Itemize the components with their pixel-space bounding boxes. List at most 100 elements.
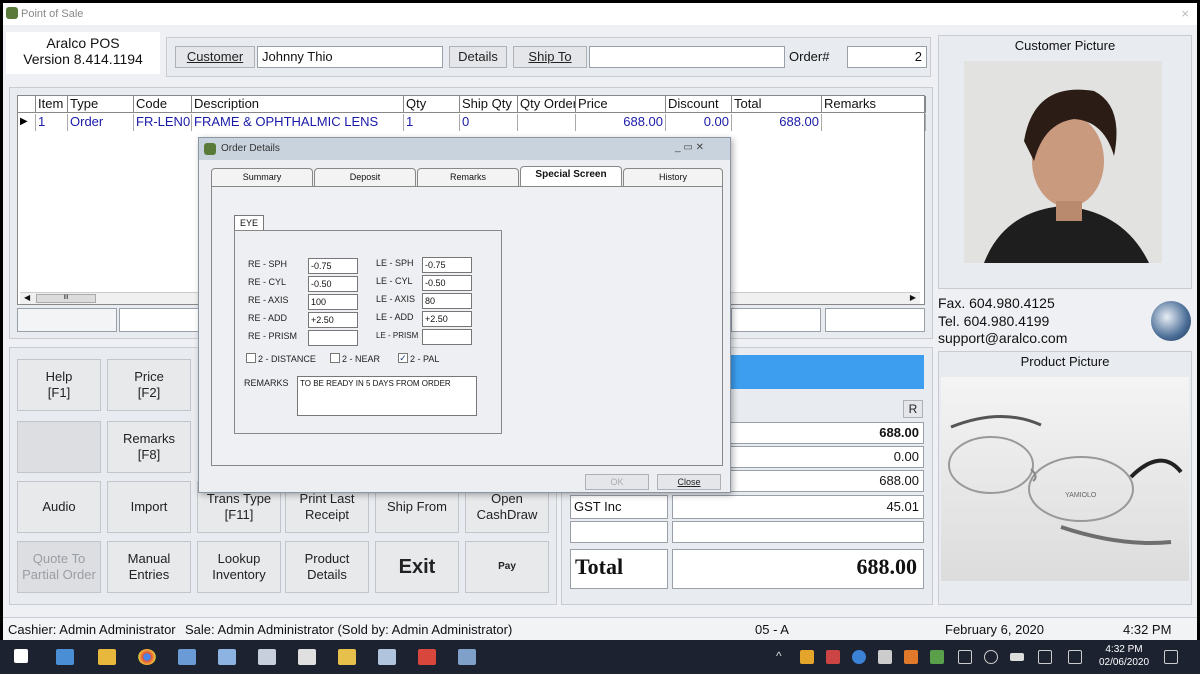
near-checkbox[interactable] (330, 353, 340, 363)
ship-to-button[interactable]: Ship To (513, 46, 587, 68)
details-button[interactable]: Details (449, 46, 507, 68)
help-button[interactable]: Help [F1] (17, 359, 101, 411)
help-key: [F1] (47, 385, 71, 400)
scroll-left-icon[interactable]: ◀ (24, 293, 30, 302)
product-details-button[interactable]: Product Details (285, 541, 369, 593)
app-icon-6[interactable] (338, 649, 356, 665)
folder-icon[interactable] (98, 649, 116, 665)
lookup-inventory-button[interactable]: Lookup Inventory (197, 541, 281, 593)
app-icon-5[interactable] (298, 649, 316, 665)
network-icon[interactable] (958, 650, 972, 664)
order-number-field[interactable]: 2 (847, 46, 927, 68)
table-row[interactable]: ▶ 1 Order FR-LEN0 FRAME & OPHTHALMIC LEN… (18, 96, 926, 132)
le-add-label: LE - ADD (376, 312, 414, 322)
status-cashier: Cashier: Admin Administrator (8, 622, 176, 637)
audio-button[interactable]: Audio (17, 481, 101, 533)
keyboard-icon[interactable] (1068, 650, 1082, 664)
app-icon-2[interactable] (178, 649, 196, 665)
battery-icon[interactable] (1010, 653, 1024, 661)
re-add-field[interactable]: +2.50 (308, 312, 358, 328)
pen-icon[interactable] (1038, 650, 1052, 664)
windows-start-icon[interactable] (14, 649, 28, 663)
chrome-icon[interactable] (138, 649, 156, 665)
tray-icon-1[interactable] (800, 650, 814, 664)
tray-icon-6[interactable] (930, 650, 944, 664)
status-station: 05 - A (755, 622, 789, 637)
blank-button[interactable] (17, 421, 101, 473)
price-button[interactable]: Price [F2] (107, 359, 191, 411)
tray-icon-3[interactable] (852, 650, 866, 664)
dialog-app-icon (204, 143, 216, 155)
le-add-field[interactable]: +2.50 (422, 311, 472, 327)
tray-icon-2[interactable] (826, 650, 840, 664)
app-icon-4[interactable] (258, 649, 276, 665)
tab-deposit[interactable]: Deposit (314, 168, 416, 186)
scroll-thumb[interactable]: III (36, 294, 96, 303)
grid-footer-field-4 (825, 308, 925, 332)
ok-button[interactable]: OK (585, 474, 649, 490)
discount-field: 0.00 (730, 446, 924, 468)
cell-type: Order (68, 114, 134, 131)
app-icon-3[interactable] (218, 649, 236, 665)
total-value: 688.00 (672, 549, 924, 589)
status-bar: Cashier: Admin Administrator Sale: Admin… (3, 617, 1197, 640)
customer-button[interactable]: Customer (175, 46, 255, 68)
cell-description: FRAME & OPHTHALMIC LENS (192, 114, 404, 131)
le-cyl-field[interactable]: -0.50 (422, 275, 472, 291)
glasses-image: YAMIOLO (948, 415, 1183, 545)
eye-panel: RE - SPH RE - CYL RE - AXIS RE - ADD RE … (234, 230, 502, 434)
manual-entries-button[interactable]: Manual Entries (107, 541, 191, 593)
le-prism-label: LE - PRISM (376, 331, 419, 340)
volume-icon[interactable] (984, 650, 998, 664)
ship-to-field[interactable] (589, 46, 785, 68)
re-axis-field[interactable]: 100 (308, 294, 358, 310)
le-prism-field[interactable] (422, 329, 472, 345)
extra-field-1 (570, 521, 668, 543)
app-icon-7[interactable] (378, 649, 396, 665)
le-sph-label: LE - SPH (376, 258, 414, 268)
app-icon-8[interactable] (418, 649, 436, 665)
help-label: Help (45, 369, 73, 384)
tab-remarks[interactable]: Remarks (417, 168, 519, 186)
trans-type-key: [F11] (224, 507, 254, 522)
r-button[interactable]: R (903, 400, 923, 418)
grid-footer-field-2 (119, 308, 199, 332)
dialog-close-button[interactable]: Close (657, 474, 721, 490)
tray-icon-4[interactable] (878, 650, 892, 664)
tray-icon-5[interactable] (904, 650, 918, 664)
print-last-label: Print Last (299, 491, 355, 506)
notification-icon[interactable] (1164, 650, 1178, 664)
taskbar-clock[interactable]: 4:32 PM 02/06/2020 (1098, 643, 1150, 669)
re-sph-label: RE - SPH (248, 259, 288, 269)
app-icon-1[interactable] (56, 649, 74, 665)
import-button[interactable]: Import (107, 481, 191, 533)
remarks-textarea[interactable]: TO BE READY IN 5 DAYS FROM ORDER (297, 376, 477, 416)
remarks-button[interactable]: Remarks [F8] (107, 421, 191, 473)
dialog-window-controls[interactable]: _ ▭ ✕ (675, 142, 704, 153)
re-axis-label: RE - AXIS (248, 295, 289, 305)
le-sph-field[interactable]: -0.75 (422, 257, 472, 273)
re-cyl-field[interactable]: -0.50 (308, 276, 358, 292)
pal-checkbox[interactable]: ✓ (398, 353, 408, 363)
cell-remarks (822, 114, 926, 131)
exit-button[interactable]: Exit (375, 541, 459, 593)
distance-checkbox[interactable] (246, 353, 256, 363)
tab-special-screen[interactable]: Special Screen (520, 166, 622, 186)
close-window-button[interactable]: × (1181, 6, 1189, 21)
scroll-right-icon[interactable]: ▶ (910, 293, 916, 302)
aralco-taskbar-icon[interactable] (458, 649, 476, 665)
cell-total: 688.00 (732, 114, 822, 131)
tab-summary[interactable]: Summary (211, 168, 313, 186)
quote-partial-order-button[interactable]: Quote To Partial Order (17, 541, 101, 593)
tray-chevron-icon[interactable]: ^ (776, 649, 782, 663)
le-axis-field[interactable]: 80 (422, 293, 472, 309)
re-sph-field[interactable]: -0.75 (308, 258, 358, 274)
subtotal-field: 688.00 (730, 422, 924, 444)
tab-history[interactable]: History (623, 168, 723, 186)
customer-name-field[interactable]: Johnny Thio (257, 46, 443, 68)
aralco-logo-icon (1151, 301, 1191, 341)
re-prism-field[interactable] (308, 330, 358, 346)
pay-button[interactable]: Pay (465, 541, 549, 593)
app-icon (6, 7, 18, 19)
eye-tab[interactable]: EYE (234, 215, 264, 231)
